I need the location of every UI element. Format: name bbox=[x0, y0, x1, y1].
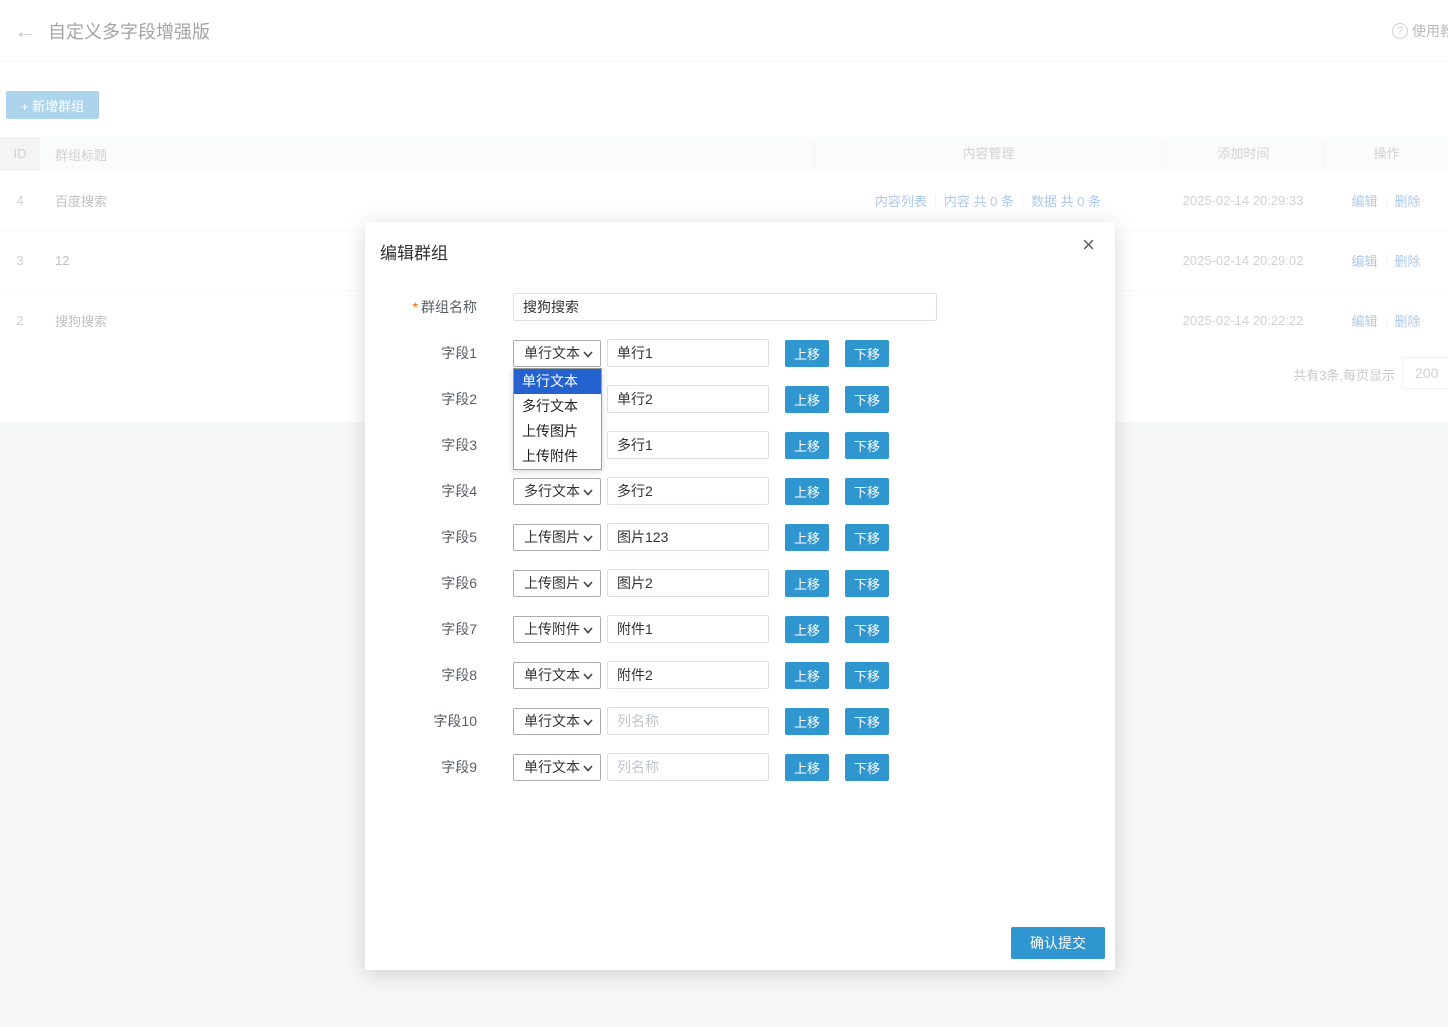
required-mark: * bbox=[413, 299, 418, 315]
move-down-button[interactable]: 下移 bbox=[845, 708, 889, 735]
field-name-input[interactable] bbox=[607, 385, 769, 413]
group-name-label: *群组名称 bbox=[365, 297, 477, 317]
field-label: 字段9 bbox=[365, 757, 477, 777]
field-label: 字段5 bbox=[365, 527, 477, 547]
field-label: 字段10 bbox=[365, 711, 477, 731]
chevron-down-icon bbox=[583, 535, 593, 542]
field-label: 字段4 bbox=[365, 481, 477, 501]
group-name-row: *群组名称 bbox=[365, 293, 1115, 321]
chevron-down-icon bbox=[583, 765, 593, 772]
field-row-10: 字段10 单行文本 上移 下移 bbox=[365, 707, 1115, 735]
field-row-2: 字段2 单行文本 上移 下移 bbox=[365, 385, 1115, 413]
field-label: 字段3 bbox=[365, 435, 477, 455]
field-row-7: 字段7 上传附件 上移 下移 bbox=[365, 615, 1115, 643]
move-up-button[interactable]: 上移 bbox=[785, 662, 829, 689]
field-type-select[interactable]: 上传图片 bbox=[513, 570, 601, 597]
close-icon[interactable]: × bbox=[1082, 234, 1095, 256]
field-name-input[interactable] bbox=[607, 339, 769, 367]
field-type-select[interactable]: 单行文本 bbox=[513, 662, 601, 689]
move-down-button[interactable]: 下移 bbox=[845, 570, 889, 597]
chevron-down-icon bbox=[583, 719, 593, 726]
chevron-down-icon bbox=[583, 581, 593, 588]
field-row-5: 字段5 上传图片 上移 下移 bbox=[365, 523, 1115, 551]
move-up-button[interactable]: 上移 bbox=[785, 616, 829, 643]
move-up-button[interactable]: 上移 bbox=[785, 432, 829, 459]
move-down-button[interactable]: 下移 bbox=[845, 478, 889, 505]
chevron-down-icon bbox=[583, 489, 593, 496]
dropdown-option[interactable]: 多行文本 bbox=[514, 394, 601, 419]
dropdown-option[interactable]: 上传图片 bbox=[514, 419, 601, 444]
chevron-down-icon bbox=[583, 351, 593, 358]
field-name-input[interactable] bbox=[607, 477, 769, 505]
field-row-4: 字段4 多行文本 上移 下移 bbox=[365, 477, 1115, 505]
move-down-button[interactable]: 下移 bbox=[845, 662, 889, 689]
chevron-down-icon bbox=[583, 673, 593, 680]
field-row-1: 字段1 单行文本 上移 下移 bbox=[365, 339, 1115, 367]
field-name-input[interactable] bbox=[607, 707, 769, 735]
move-down-button[interactable]: 下移 bbox=[845, 386, 889, 413]
field-type-select[interactable]: 上传图片 bbox=[513, 524, 601, 551]
field-label: 字段6 bbox=[365, 573, 477, 593]
field-name-input[interactable] bbox=[607, 523, 769, 551]
field-label: 字段7 bbox=[365, 619, 477, 639]
field-row-8: 字段8 单行文本 上移 下移 bbox=[365, 661, 1115, 689]
field-type-select[interactable]: 上传附件 bbox=[513, 616, 601, 643]
field-type-dropdown: 单行文本 多行文本 上传图片 上传附件 bbox=[513, 368, 602, 470]
chevron-down-icon bbox=[583, 627, 593, 634]
move-down-button[interactable]: 下移 bbox=[845, 616, 889, 643]
field-name-input[interactable] bbox=[607, 615, 769, 643]
field-label: 字段2 bbox=[365, 389, 477, 409]
field-row-3: 字段3 多行文本 上移 下移 bbox=[365, 431, 1115, 459]
group-name-input[interactable] bbox=[513, 293, 937, 321]
move-down-button[interactable]: 下移 bbox=[845, 432, 889, 459]
dropdown-option[interactable]: 上传附件 bbox=[514, 444, 601, 469]
move-up-button[interactable]: 上移 bbox=[785, 386, 829, 413]
move-up-button[interactable]: 上移 bbox=[785, 570, 829, 597]
move-down-button[interactable]: 下移 bbox=[845, 524, 889, 551]
field-row-9: 字段9 单行文本 上移 下移 bbox=[365, 753, 1115, 781]
field-name-input[interactable] bbox=[607, 753, 769, 781]
move-up-button[interactable]: 上移 bbox=[785, 754, 829, 781]
move-up-button[interactable]: 上移 bbox=[785, 340, 829, 367]
field-type-select[interactable]: 单行文本 bbox=[513, 754, 601, 781]
move-down-button[interactable]: 下移 bbox=[845, 754, 889, 781]
field-type-select[interactable]: 单行文本 bbox=[513, 708, 601, 735]
dropdown-option[interactable]: 单行文本 bbox=[514, 369, 601, 394]
move-up-button[interactable]: 上移 bbox=[785, 478, 829, 505]
edit-group-form: *群组名称 字段1 单行文本 上移 下移 字段2 单行文本 上移 下移 bbox=[365, 293, 1115, 799]
field-label: 字段8 bbox=[365, 665, 477, 685]
field-name-input[interactable] bbox=[607, 431, 769, 459]
field-label: 字段1 bbox=[365, 343, 477, 363]
move-up-button[interactable]: 上移 bbox=[785, 708, 829, 735]
move-down-button[interactable]: 下移 bbox=[845, 340, 889, 367]
field-row-6: 字段6 上传图片 上移 下移 bbox=[365, 569, 1115, 597]
edit-group-modal: 编辑群组 × *群组名称 字段1 单行文本 上移 下移 字段2 单行文本 上移 bbox=[365, 222, 1115, 970]
move-up-button[interactable]: 上移 bbox=[785, 524, 829, 551]
modal-title: 编辑群组 bbox=[380, 239, 448, 264]
field-type-select[interactable]: 多行文本 bbox=[513, 478, 601, 505]
field-name-input[interactable] bbox=[607, 661, 769, 689]
field-name-input[interactable] bbox=[607, 569, 769, 597]
confirm-submit-button[interactable]: 确认提交 bbox=[1011, 927, 1105, 959]
field-type-select[interactable]: 单行文本 bbox=[513, 340, 601, 367]
